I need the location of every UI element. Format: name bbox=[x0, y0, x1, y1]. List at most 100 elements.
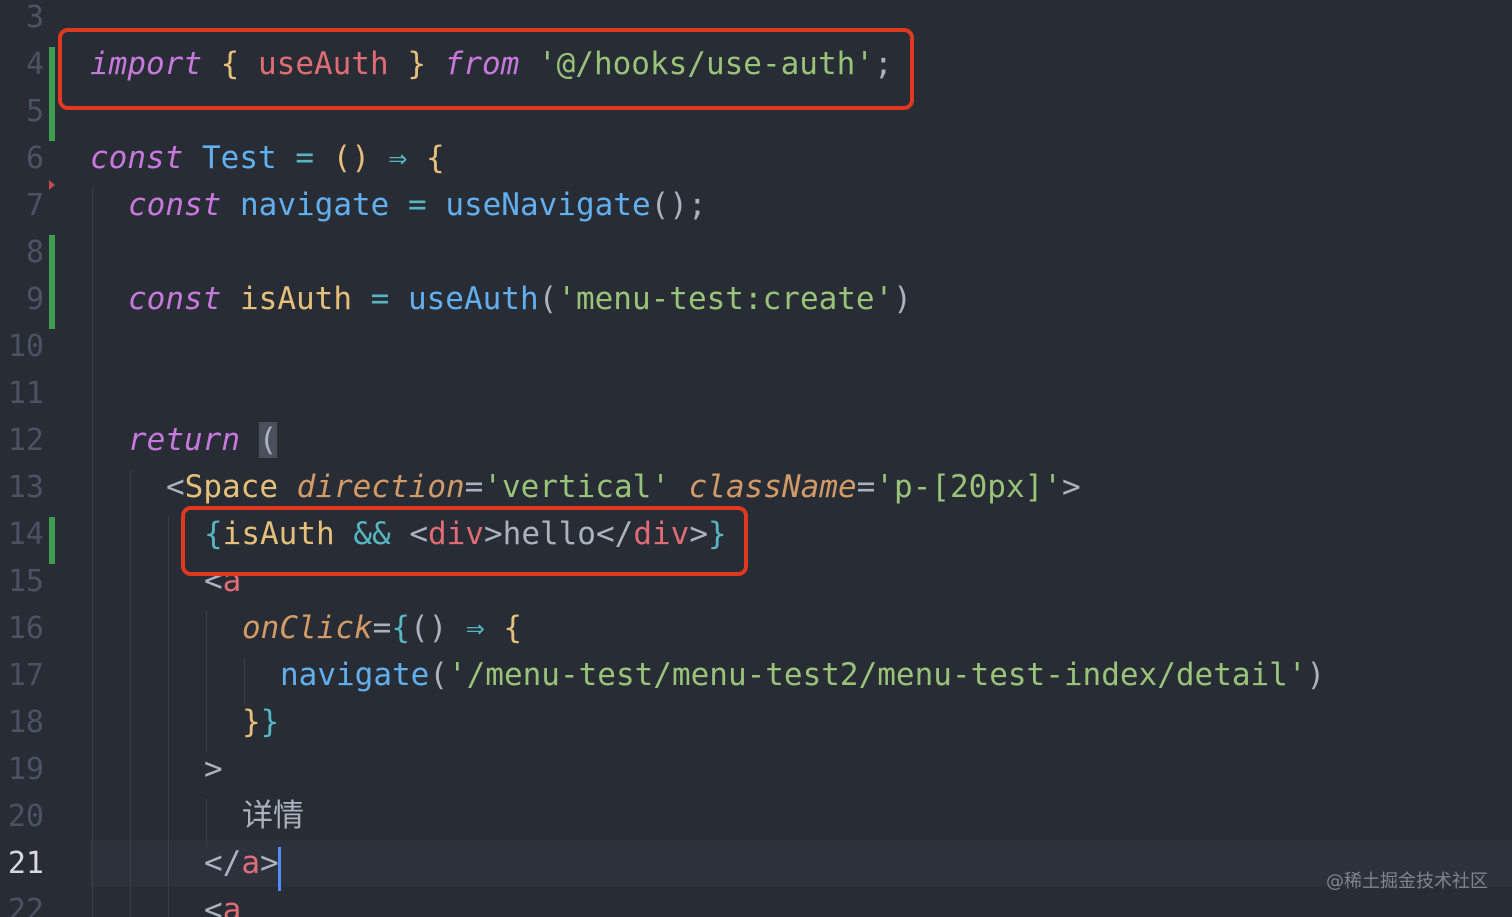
code-token: const bbox=[90, 140, 184, 176]
vcs-added-marker bbox=[49, 47, 55, 141]
code-text[interactable]: > bbox=[204, 746, 223, 793]
code-editor[interactable]: 3 4 import { useAuth } from '@/hooks/use-a… bbox=[0, 0, 1512, 917]
code-text[interactable]: const navigate = useNavigate(); bbox=[128, 182, 707, 229]
code-line[interactable]: 11 bbox=[0, 370, 1512, 417]
watermark: @稀土掘金技术社区 bbox=[1326, 871, 1488, 892]
code-token: navigate bbox=[240, 187, 390, 223]
code-token: useNavigate bbox=[445, 187, 651, 223]
line-number: 14 bbox=[7, 517, 44, 552]
code-line[interactable]: 6 const Test = () ⇒ { bbox=[0, 135, 1512, 182]
code-token: Space bbox=[184, 469, 278, 505]
code-token: = bbox=[372, 610, 392, 646]
code-token: a bbox=[222, 892, 242, 917]
code-token: navigate bbox=[280, 657, 430, 693]
code-token: () bbox=[332, 140, 370, 176]
line-number: 15 bbox=[7, 564, 44, 599]
code-token: a bbox=[241, 845, 260, 881]
code-token: const bbox=[128, 281, 222, 317]
code-text[interactable]: <a bbox=[204, 887, 241, 917]
line-number: 6 bbox=[25, 141, 44, 176]
code-token: ( bbox=[538, 281, 558, 317]
code-text[interactable]: const Test = () ⇒ { bbox=[90, 135, 445, 182]
line-number: 11 bbox=[7, 376, 44, 411]
code-line[interactable]: 18}} bbox=[0, 699, 1512, 746]
code-token: } bbox=[242, 704, 261, 740]
code-line[interactable]: 12 return ( bbox=[0, 417, 1512, 464]
code-text[interactable]: onClick={() ⇒ { bbox=[242, 605, 522, 652]
code-token: Test bbox=[202, 140, 277, 176]
line-number: 10 bbox=[7, 329, 44, 364]
line-number: 18 bbox=[7, 705, 44, 740]
line-number: 21 bbox=[7, 846, 44, 881]
current-line-highlight bbox=[90, 840, 1512, 887]
indent-guide bbox=[244, 658, 245, 705]
indent-guide bbox=[206, 799, 207, 846]
code-token: = bbox=[464, 469, 484, 505]
code-token: ( bbox=[429, 657, 448, 693]
code-text[interactable]: const isAuth = useAuth('menu-test:create… bbox=[128, 276, 912, 323]
line-number: 5 bbox=[25, 94, 44, 129]
code-token: ; bbox=[687, 187, 707, 223]
line-number: 4 bbox=[25, 47, 44, 82]
fold-arrow-icon[interactable] bbox=[49, 180, 55, 190]
code-token: 'vertical' bbox=[483, 469, 670, 505]
code-token: 'menu-test:create' bbox=[557, 281, 894, 317]
code-token: ( bbox=[258, 422, 278, 458]
line-number: 8 bbox=[25, 235, 44, 270]
code-line[interactable]: 8 bbox=[0, 229, 1512, 276]
code-line[interactable]: 19 > bbox=[0, 746, 1512, 793]
code-line[interactable]: 16 onClick={() ⇒ { bbox=[0, 605, 1512, 652]
code-token: } bbox=[260, 704, 280, 740]
indent-guide bbox=[130, 470, 131, 917]
code-token: () bbox=[650, 187, 688, 223]
code-token: isAuth bbox=[240, 281, 352, 317]
line-number: 12 bbox=[7, 423, 44, 458]
code-line[interactable]: 20 详情 bbox=[0, 793, 1512, 840]
code-token: > bbox=[260, 845, 279, 881]
code-token: < bbox=[166, 469, 185, 505]
code-line[interactable]: 9 const isAuth = useAuth('menu-test:creat… bbox=[0, 276, 1512, 323]
vcs-added-marker bbox=[49, 517, 55, 564]
line-number: 22 bbox=[7, 893, 44, 917]
code-token: () bbox=[410, 610, 448, 646]
code-line[interactable]: 7 const navigate = useNavigate(); bbox=[0, 182, 1512, 229]
code-token: useAuth bbox=[407, 281, 539, 317]
code-token: < bbox=[204, 892, 223, 917]
line-number: 20 bbox=[7, 799, 44, 834]
code-token: direction bbox=[296, 469, 465, 505]
code-line[interactable]: 13 <Space direction='vertical' className=… bbox=[0, 464, 1512, 511]
line-number: 7 bbox=[25, 188, 44, 223]
code-token: > bbox=[1061, 469, 1081, 505]
code-token: { bbox=[503, 610, 522, 646]
code-text[interactable]: 详情 bbox=[242, 793, 304, 840]
code-text[interactable]: <Space direction='vertical' className='p… bbox=[166, 464, 1081, 511]
code-token: ⇒ bbox=[369, 140, 426, 176]
vcs-added-marker bbox=[49, 235, 55, 329]
line-number: 16 bbox=[7, 611, 44, 646]
code-line[interactable]: 22 <a bbox=[0, 887, 1512, 917]
indent-guide bbox=[206, 611, 207, 752]
code-line[interactable]: 21 </a> bbox=[0, 840, 1512, 887]
code-token: = bbox=[351, 281, 408, 317]
line-number: 17 bbox=[7, 658, 44, 693]
code-text[interactable]: }} bbox=[242, 699, 279, 746]
code-token: className bbox=[688, 469, 857, 505]
code-token: = bbox=[389, 187, 446, 223]
indent-guide bbox=[92, 188, 93, 917]
indent-guide bbox=[168, 517, 169, 917]
code-token: ) bbox=[1306, 657, 1326, 693]
code-text[interactable]: navigate('/menu-test/menu-test2/menu-tes… bbox=[280, 652, 1325, 699]
code-line[interactable]: 17 navigate('/menu-test/menu-test2/menu-t… bbox=[0, 652, 1512, 699]
code-text[interactable]: </a> bbox=[204, 840, 279, 887]
code-text[interactable]: return ( bbox=[128, 417, 278, 464]
code-token: { bbox=[391, 610, 410, 646]
code-line[interactable]: 10 bbox=[0, 323, 1512, 370]
code-token: onClick bbox=[242, 610, 373, 646]
code-token: return bbox=[128, 422, 240, 458]
code-token: { bbox=[425, 140, 445, 176]
code-token: = bbox=[276, 140, 333, 176]
